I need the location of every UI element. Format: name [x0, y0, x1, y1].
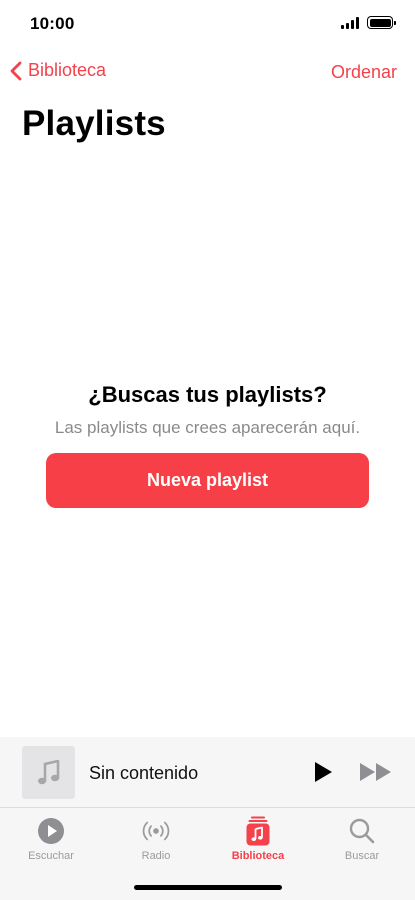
navigation-bar: Biblioteca Ordenar [0, 58, 415, 90]
tab-library[interactable]: Biblioteca [218, 816, 298, 862]
battery-icon [367, 16, 396, 29]
tab-search[interactable]: Buscar [322, 816, 402, 862]
sort-button[interactable]: Ordenar [331, 62, 397, 83]
new-playlist-button[interactable]: Nueva playlist [46, 453, 369, 508]
signal-icon [341, 16, 359, 29]
tab-library-label: Biblioteca [231, 850, 285, 862]
status-time: 10:00 [30, 14, 75, 33]
tab-listen-label: Escuchar [28, 850, 74, 862]
music-note-icon [37, 759, 59, 784]
play-button[interactable] [311, 760, 335, 784]
status-bar: 10:00 [0, 0, 415, 50]
tab-radio[interactable]: Radio [116, 816, 196, 862]
mini-player[interactable]: Sin contenido [0, 737, 415, 808]
fast-forward-icon [360, 763, 391, 781]
chevron-left-icon [10, 61, 22, 80]
search-icon [349, 818, 375, 844]
radio-broadcast-icon [142, 821, 170, 841]
play-icon [315, 762, 332, 782]
music-library-icon [246, 816, 270, 846]
back-button[interactable]: Biblioteca [10, 60, 106, 81]
play-circle-icon [38, 818, 64, 844]
page-title: Playlists [22, 104, 166, 143]
tab-search-label: Buscar [344, 850, 380, 862]
status-icons [341, 16, 396, 29]
empty-state-title: ¿Buscas tus playlists? [88, 382, 327, 407]
empty-state-subtitle: Las playlists que crees aparecerán aquí. [54, 418, 361, 437]
empty-state: ¿Buscas tus playlists? Las playlists que… [0, 382, 415, 438]
back-button-label: Biblioteca [28, 60, 107, 80]
track-title: Sin contenido [89, 763, 199, 783]
forward-button[interactable] [359, 761, 393, 783]
tab-radio-label: Radio [141, 850, 171, 862]
artwork-placeholder [22, 746, 75, 799]
tab-listen[interactable]: Escuchar [11, 816, 91, 862]
home-indicator[interactable] [134, 885, 282, 890]
